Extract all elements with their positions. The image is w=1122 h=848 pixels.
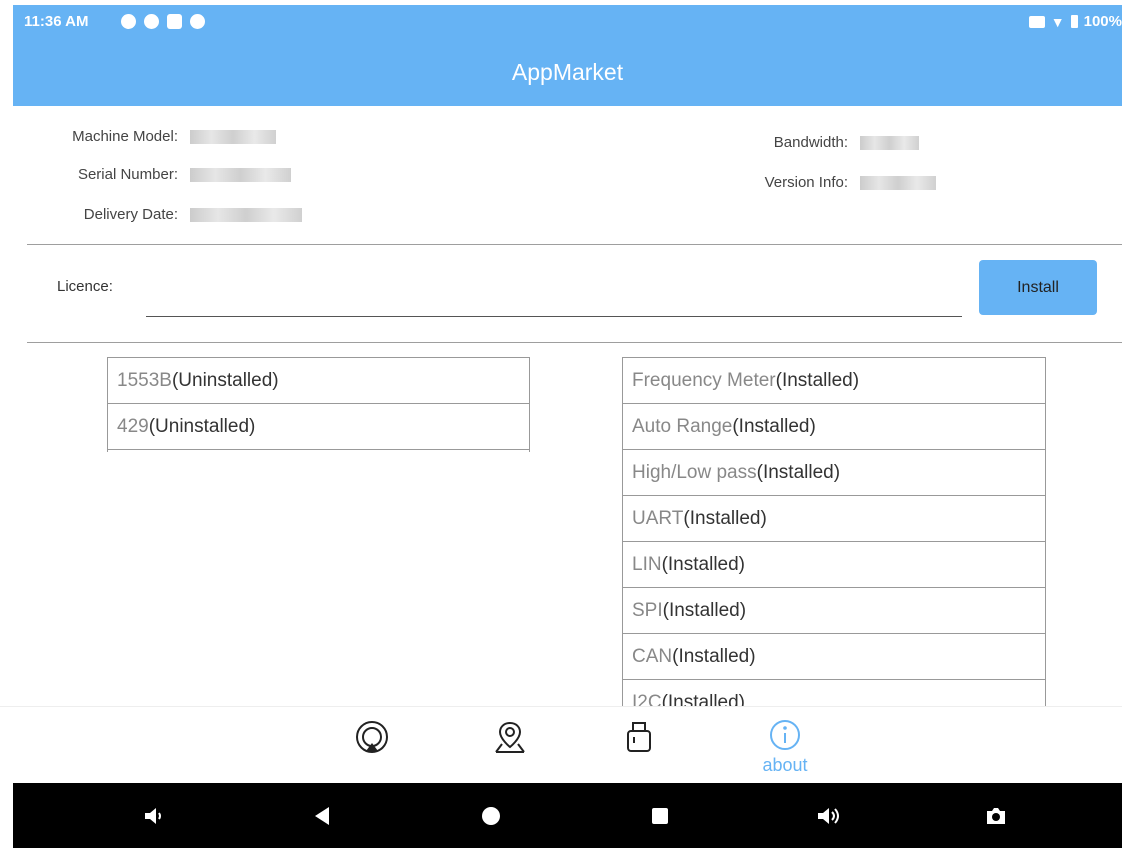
- divider: [27, 342, 1122, 343]
- list-item[interactable]: UART (Installed): [623, 496, 1045, 542]
- list-item[interactable]: 429 (Uninstalled): [108, 404, 529, 450]
- recents-icon: [652, 808, 668, 824]
- status-bar: 11:36 AM ▼ 100%: [13, 5, 1122, 39]
- list-item[interactable]: High/Low pass (Installed): [623, 450, 1045, 496]
- volume-up-button[interactable]: [815, 803, 841, 829]
- delivery-date-label: Delivery Date:: [83, 206, 178, 223]
- about-label: about: [762, 755, 808, 775]
- volume-down-icon: [145, 808, 161, 824]
- square-icon: [167, 14, 182, 29]
- volume-up-icon: [818, 808, 839, 824]
- delivery-date-row: Delivery Date:: [30, 206, 302, 223]
- android-nav-bar: [13, 783, 1122, 848]
- nav-usb[interactable]: [614, 717, 664, 779]
- location-icon: [495, 721, 525, 753]
- wireless-icon: [356, 721, 388, 753]
- serial-number-row: Serial Number:: [30, 166, 291, 183]
- usb-icon: [627, 722, 651, 752]
- status-icons: [121, 14, 205, 29]
- recents-button[interactable]: [647, 803, 673, 829]
- list-item[interactable]: SPI (Installed): [623, 588, 1045, 634]
- notification-icon: [121, 14, 136, 29]
- chrome-icon: [144, 14, 159, 29]
- info-icon: [770, 720, 800, 750]
- wifi-icon: ▼: [1050, 13, 1065, 30]
- installed-list[interactable]: Frequency Meter (Installed) Auto Range (In…: [622, 357, 1046, 707]
- notification-icon: [190, 14, 205, 29]
- bandwidth-label: Bandwidth:: [773, 134, 848, 151]
- nav-wireless[interactable]: [347, 717, 397, 779]
- uninstalled-list: 1553B (Uninstalled) 429 (Uninstalled): [107, 357, 530, 452]
- serial-number-value: [190, 168, 291, 183]
- back-icon: [315, 807, 329, 825]
- machine-model-label: Machine Model:: [72, 128, 178, 145]
- bandwidth-value: [860, 136, 919, 151]
- list-item[interactable]: 1553B (Uninstalled): [108, 358, 529, 404]
- bandwidth-row: Bandwidth:: [700, 134, 919, 151]
- status-right: ▼ 100%: [1028, 13, 1122, 30]
- list-item[interactable]: CAN (Installed): [623, 634, 1045, 680]
- nav-location[interactable]: [485, 717, 535, 779]
- version-info-value: [860, 176, 936, 191]
- volume-down-button[interactable]: [141, 803, 167, 829]
- battery-icon: [1070, 15, 1078, 28]
- status-time: 11:36 AM: [24, 13, 89, 30]
- version-info-label: Version Info:: [764, 174, 848, 191]
- list-item[interactable]: Auto Range (Installed): [623, 404, 1045, 450]
- nav-about[interactable]: about: [755, 717, 815, 779]
- licence-input[interactable]: [146, 282, 962, 317]
- camera-button[interactable]: [983, 803, 1009, 829]
- divider: [27, 244, 1122, 245]
- home-button[interactable]: [478, 803, 504, 829]
- version-info-row: Version Info:: [700, 174, 936, 191]
- back-button[interactable]: [309, 803, 335, 829]
- list-item[interactable]: I2C (Installed): [623, 680, 1045, 708]
- list-item[interactable]: Frequency Meter (Installed): [623, 358, 1045, 404]
- battery-level: 100%: [1083, 13, 1122, 30]
- install-button[interactable]: Install: [979, 260, 1097, 315]
- camera-icon: [987, 808, 1005, 824]
- list-item[interactable]: LIN (Installed): [623, 542, 1045, 588]
- home-icon: [482, 807, 500, 825]
- delivery-date-value: [190, 208, 302, 223]
- bottom-nav: about: [0, 706, 1122, 784]
- app-title: AppMarket: [511, 59, 624, 85]
- top-bar: 11:36 AM ▼ 100% AppMarket: [13, 5, 1122, 106]
- licence-label: Licence:: [57, 278, 113, 295]
- device-info: Machine Model: Serial Number: Delivery D…: [0, 106, 1122, 244]
- machine-model-row: Machine Model:: [30, 128, 276, 145]
- cast-icon: [1028, 15, 1045, 28]
- serial-number-label: Serial Number:: [77, 166, 178, 183]
- machine-model-value: [190, 130, 276, 145]
